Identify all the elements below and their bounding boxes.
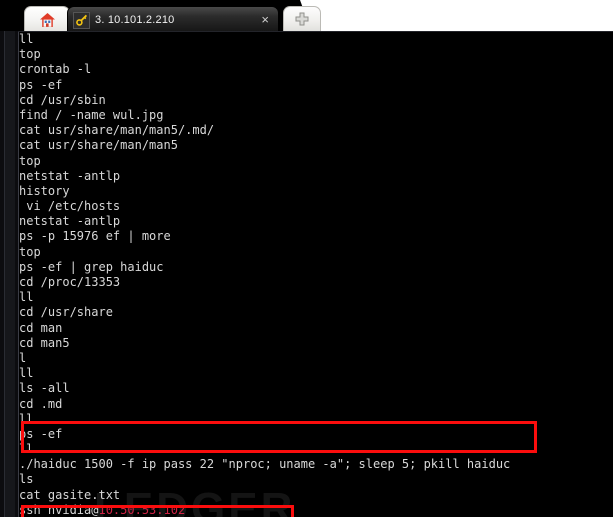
terminal-output: LEDGER ll top crontab -l ps -ef cd /usr/sbin… (19, 32, 613, 517)
terminal-line-text: top (19, 47, 41, 62)
terminal-line-text: ll (19, 366, 34, 381)
terminal-line-text: cd /usr/sbin (19, 92, 106, 107)
terminal-line-text: ll (19, 290, 34, 305)
terminal-line: cd man5 (19, 336, 613, 351)
terminal-line-text: cd .md (19, 396, 63, 411)
terminal-line: ./haiduc 1500 -f ip pass 22 "nproc; unam… (19, 457, 613, 472)
terminal-line: cd /usr/share (19, 305, 613, 320)
terminal-line: ll (19, 412, 613, 427)
terminal-line: ps -p 15976 ef | more (19, 229, 613, 244)
terminal-line-text: history (19, 183, 70, 198)
terminal-line: l (19, 351, 613, 366)
tab-home[interactable] (24, 6, 70, 33)
terminal-line: cd man (19, 321, 613, 336)
terminal-line-text: ps -p 15976 ef | more (19, 229, 171, 244)
plus-icon (295, 11, 309, 30)
terminal-line: ll (19, 32, 613, 47)
terminal-line-text: cd /proc/13353 (19, 275, 121, 289)
terminal-line: crontab -l (19, 62, 613, 77)
terminal-line-text: netstat -antlp (19, 214, 121, 229)
terminal-line: cat usr/share/man/man5 (19, 138, 613, 153)
tab-title: 3. 10.101.2.210 (95, 14, 175, 26)
terminal-line: cat usr/share/man/man5/.md/ (19, 123, 613, 138)
terminal-line-text: ps -ef | grep haiduc (19, 259, 164, 274)
terminal-line: ll (19, 366, 613, 381)
terminal-line: ll (19, 290, 613, 305)
window-frame-left-inner (4, 31, 15, 517)
tab-bar: 3. 10.101.2.210 × (0, 0, 613, 33)
terminal-line: cd /usr/sbin (19, 93, 613, 108)
terminal-line-text: ./haiduc 1500 -f ip pass 22 "nproc; unam… (19, 457, 511, 472)
terminal-line-text: cat gasite.txt (19, 487, 121, 502)
terminal-line-text: ll (19, 442, 34, 457)
terminal-line-text: find / -name wul.jpg (19, 107, 164, 122)
terminal-line: cd /proc/13353 (19, 275, 613, 290)
terminal-line: cd .md (19, 397, 613, 412)
terminal-line: history (19, 184, 613, 199)
terminal-line: ssh nvidia@10.50.53.102 (19, 503, 613, 517)
terminal-line-text: ll (19, 411, 34, 426)
terminal-line-text: top (19, 244, 41, 259)
terminal-line-text: crontab -l (19, 62, 92, 77)
close-icon[interactable]: × (258, 13, 272, 28)
tab-session-10-101-2-210[interactable]: 3. 10.101.2.210 × (67, 6, 279, 33)
terminal-line: ls -all (19, 381, 613, 396)
terminal-line-text: ssh nvidia@ (19, 502, 99, 517)
terminal-line: vi /etc/hosts (19, 199, 613, 214)
terminal-line: netstat -antlp (19, 214, 613, 229)
terminal-line: top (19, 47, 613, 62)
terminal-line-text: ls (19, 472, 34, 487)
terminal-line-text: top (19, 153, 41, 168)
terminal-screen[interactable]: LEDGER ll top crontab -l ps -ef cd /usr/sbin… (0, 31, 613, 517)
terminal-line-list: ll top crontab -l ps -ef cd /usr/sbin find / … (19, 32, 613, 517)
terminal-line: find / -name wul.jpg (19, 108, 613, 123)
terminal-line: cat gasite.txt (19, 488, 613, 503)
terminal-line: ll (19, 442, 613, 457)
ip-address: 10.50.53.102 (98, 502, 186, 517)
terminal-line-text: cd /usr/share (19, 305, 113, 320)
terminal-line-text: ls -all (19, 381, 70, 396)
window-frame-left (0, 31, 19, 517)
terminal-line: top (19, 245, 613, 260)
terminal-line-text: vi /etc/hosts (19, 199, 121, 214)
new-tab-button[interactable] (283, 6, 321, 33)
key-icon (73, 11, 90, 29)
terminal-line: ls (19, 472, 613, 487)
terminal-line-text: ll (19, 32, 34, 46)
terminal-line-text: ps -ef (19, 426, 63, 441)
terminal-window: 3. 10.101.2.210 × LEDGER ll top crontab -l… (0, 0, 613, 517)
terminal-line-text: cat usr/share/man/man5/.md/ (19, 123, 215, 138)
terminal-line-text: l (19, 350, 27, 365)
terminal-line-text: netstat -antlp (19, 168, 121, 183)
terminal-line-text: cd man (19, 320, 63, 335)
home-icon (39, 12, 56, 28)
terminal-line-text: cat usr/share/man/man5 (19, 138, 178, 153)
terminal-line: ps -ef (19, 78, 613, 93)
terminal-line: ps -ef | grep haiduc (19, 260, 613, 275)
terminal-line: ps -ef (19, 427, 613, 442)
terminal-line-text: cd man5 (19, 335, 70, 350)
terminal-line-text: ps -ef (19, 77, 63, 92)
terminal-line: top (19, 154, 613, 169)
terminal-line: netstat -antlp (19, 169, 613, 184)
